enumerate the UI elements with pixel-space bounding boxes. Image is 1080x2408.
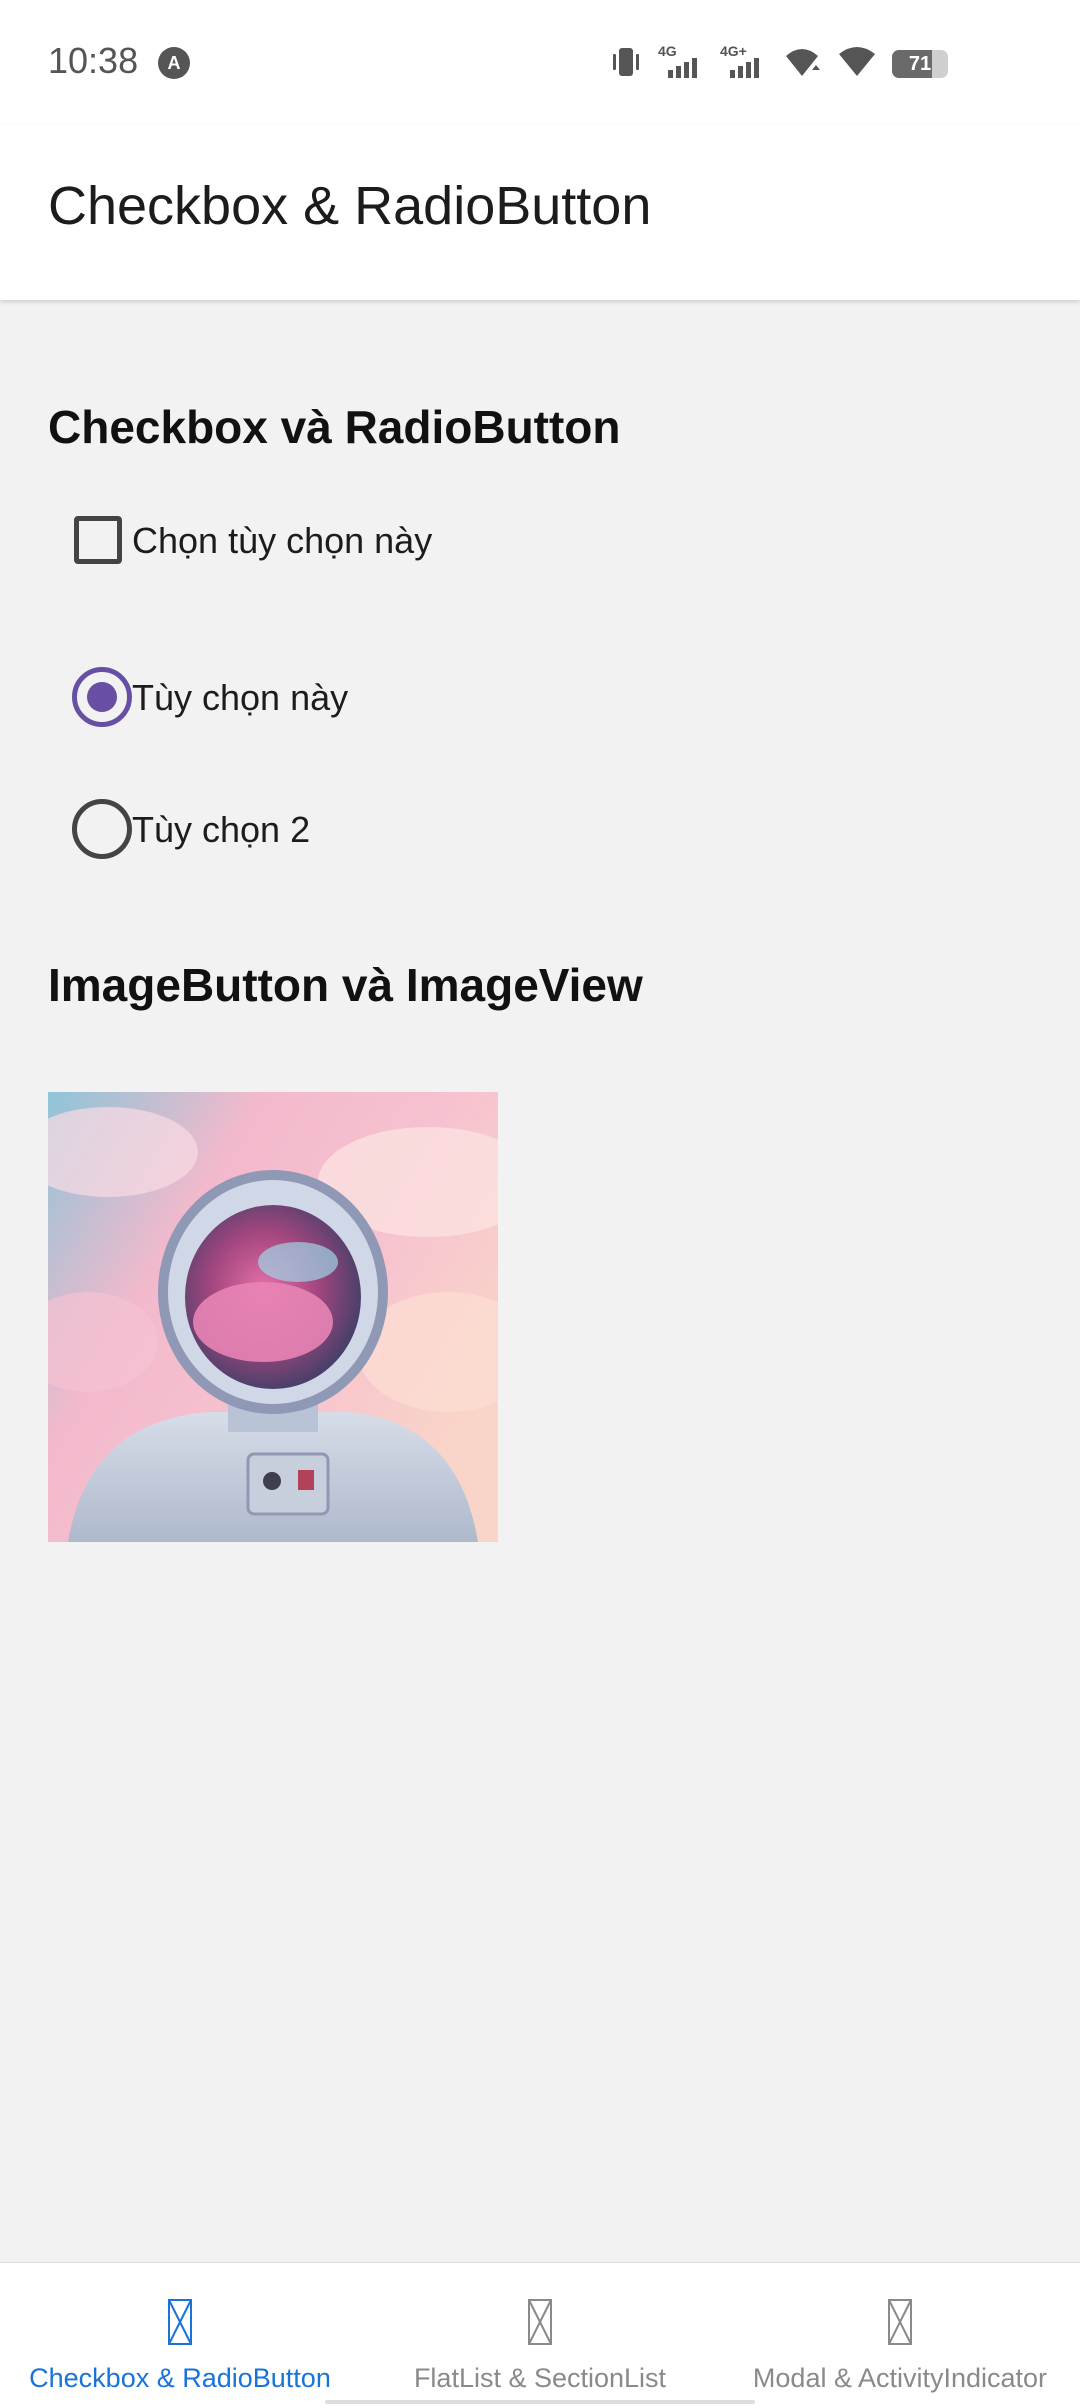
home-indicator[interactable] bbox=[325, 2400, 755, 2404]
radio-row-1[interactable] bbox=[48, 647, 132, 747]
battery-icon: 71 bbox=[892, 50, 948, 78]
radio-label-2: Tùy chọn 2 bbox=[132, 809, 311, 850]
status-bar: 10:38 A 4G 4G+ 71 bbox=[0, 0, 1080, 125]
app-header: Checkbox & RadioButton bbox=[0, 125, 1080, 300]
vibrate-icon bbox=[608, 44, 644, 85]
radio-row-2[interactable] bbox=[48, 779, 132, 879]
screen: 10:38 A 4G 4G+ 71 Checkbox & RadioButton… bbox=[0, 0, 1080, 2408]
wifi-data-icon bbox=[782, 44, 822, 85]
app-indicator-icon: A bbox=[158, 47, 190, 79]
tab-checkbox-radio[interactable]: Checkbox & RadioButton bbox=[0, 2263, 360, 2408]
radio-dot bbox=[87, 682, 117, 712]
checkbox-label: Chọn tùy chọn này bbox=[132, 520, 433, 561]
tab-placeholder-icon bbox=[888, 2299, 912, 2345]
status-icons: 4G 4G+ 71 bbox=[608, 40, 948, 88]
tab-flatlist-sectionlist[interactable]: FlatList & SectionList bbox=[360, 2263, 720, 2408]
network-1-label: 4G bbox=[658, 43, 677, 59]
tab-label-checkbox-radio: Checkbox & RadioButton bbox=[29, 2363, 331, 2393]
tab-placeholder-icon bbox=[168, 2299, 192, 2345]
signal-4g-plus-icon: 4G+ bbox=[720, 42, 768, 87]
wifi-icon bbox=[836, 44, 878, 85]
checkbox-row[interactable] bbox=[48, 490, 122, 590]
battery-level-text: 71 bbox=[908, 53, 932, 75]
network-2-label: 4G+ bbox=[720, 43, 747, 59]
radio-button-2[interactable] bbox=[72, 799, 132, 859]
bottom-tab-bar: Checkbox & RadioButton FlatList & Sectio… bbox=[0, 2262, 1080, 2408]
section-title-checkbox-radio: Checkbox và RadioButton bbox=[48, 401, 621, 453]
tab-placeholder-icon bbox=[528, 2299, 552, 2345]
image-button-astronaut[interactable] bbox=[48, 1092, 498, 1542]
page-title: Checkbox & RadioButton bbox=[48, 176, 652, 236]
tab-modal-activityindicator[interactable]: Modal & ActivityIndicator bbox=[720, 2263, 1080, 2408]
checkbox[interactable] bbox=[74, 516, 122, 564]
radio-label-1: Tùy chọn này bbox=[132, 677, 349, 718]
tab-label-flatlist-sectionlist: FlatList & SectionList bbox=[413, 2363, 667, 2393]
signal-4g-icon: 4G bbox=[658, 42, 706, 87]
tab-label-modal-activityindicator: Modal & ActivityIndicator bbox=[752, 2363, 1048, 2393]
status-time: 10:38 bbox=[48, 40, 139, 81]
radio-button-1[interactable] bbox=[72, 667, 132, 727]
section-title-image: ImageButton và ImageView bbox=[48, 959, 643, 1011]
astronaut-image bbox=[48, 1092, 498, 1542]
